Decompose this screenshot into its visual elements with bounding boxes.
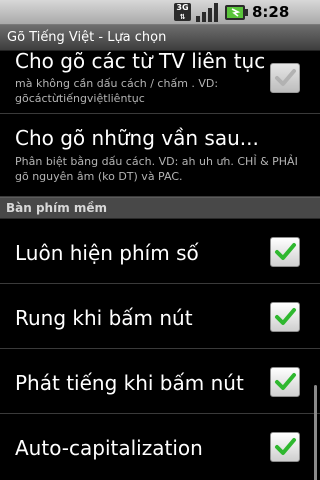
check-icon [275,308,296,325]
pref-continuous-words[interactable]: Cho gõ các từ TV liên tục mà không cần d… [0,52,320,114]
network-type-label: 3G [176,3,189,12]
pref-show-number-keys-checkbox[interactable] [270,237,300,267]
pref-title: Auto-capitalization [15,436,203,460]
check-icon [275,69,296,86]
preference-list[interactable]: Cho gõ các từ TV liên tục mà không cần d… [0,52,320,480]
category-label: Bàn phím mềm [6,201,108,215]
pref-sound-on-keypress[interactable]: Phát tiếng khi bấm nút [0,350,320,414]
check-icon [275,243,296,260]
signal-icon [196,3,218,22]
pref-sound-on-keypress-checkbox[interactable] [270,367,300,397]
pref-summary: Phân biệt bằng dấu cách. VD: ah uh ưh. C… [15,155,298,183]
page-title: Gõ Tiếng Việt - Lựa chọn [7,30,167,45]
pref-vibrate-on-keypress[interactable]: Rung khi bấm nút [0,285,320,349]
pref-summary: mà không cần dấu cách / chấm . VD: gõcác… [15,77,219,105]
clock: 8:28 PM [252,3,290,40]
pref-title: Luôn hiện phím số [15,241,199,265]
pref-title: Rung khi bấm nút [15,306,193,330]
pref-auto-capitalization-checkbox[interactable] [270,432,300,462]
pref-title: Cho gõ các từ TV liên tục [15,52,266,73]
pref-title: Cho gõ những vần sau... [15,126,259,150]
title-bar: Gõ Tiếng Việt - Lựa chọn [0,25,320,51]
battery-charging-icon [225,5,248,20]
pref-continuous-words-checkbox[interactable] [270,63,300,93]
status-bar: 3G ⇅ 8:28 PM [0,0,320,40]
category-header-soft-keyboard: Bàn phím mềm [0,197,320,219]
pref-vibrate-on-keypress-checkbox[interactable] [270,302,300,332]
pref-vowel-combos[interactable]: Cho gõ những vần sau... Phân biệt bằng d… [0,114,320,197]
check-icon [275,438,296,455]
3g-icon: 3G ⇅ [174,3,191,21]
check-icon [275,373,296,390]
pref-title: Phát tiếng khi bấm nút [15,371,244,395]
pref-show-number-keys[interactable]: Luôn hiện phím số [0,220,320,284]
pref-auto-capitalization[interactable]: Auto-capitalization [0,415,320,479]
scrollbar[interactable] [314,385,317,480]
